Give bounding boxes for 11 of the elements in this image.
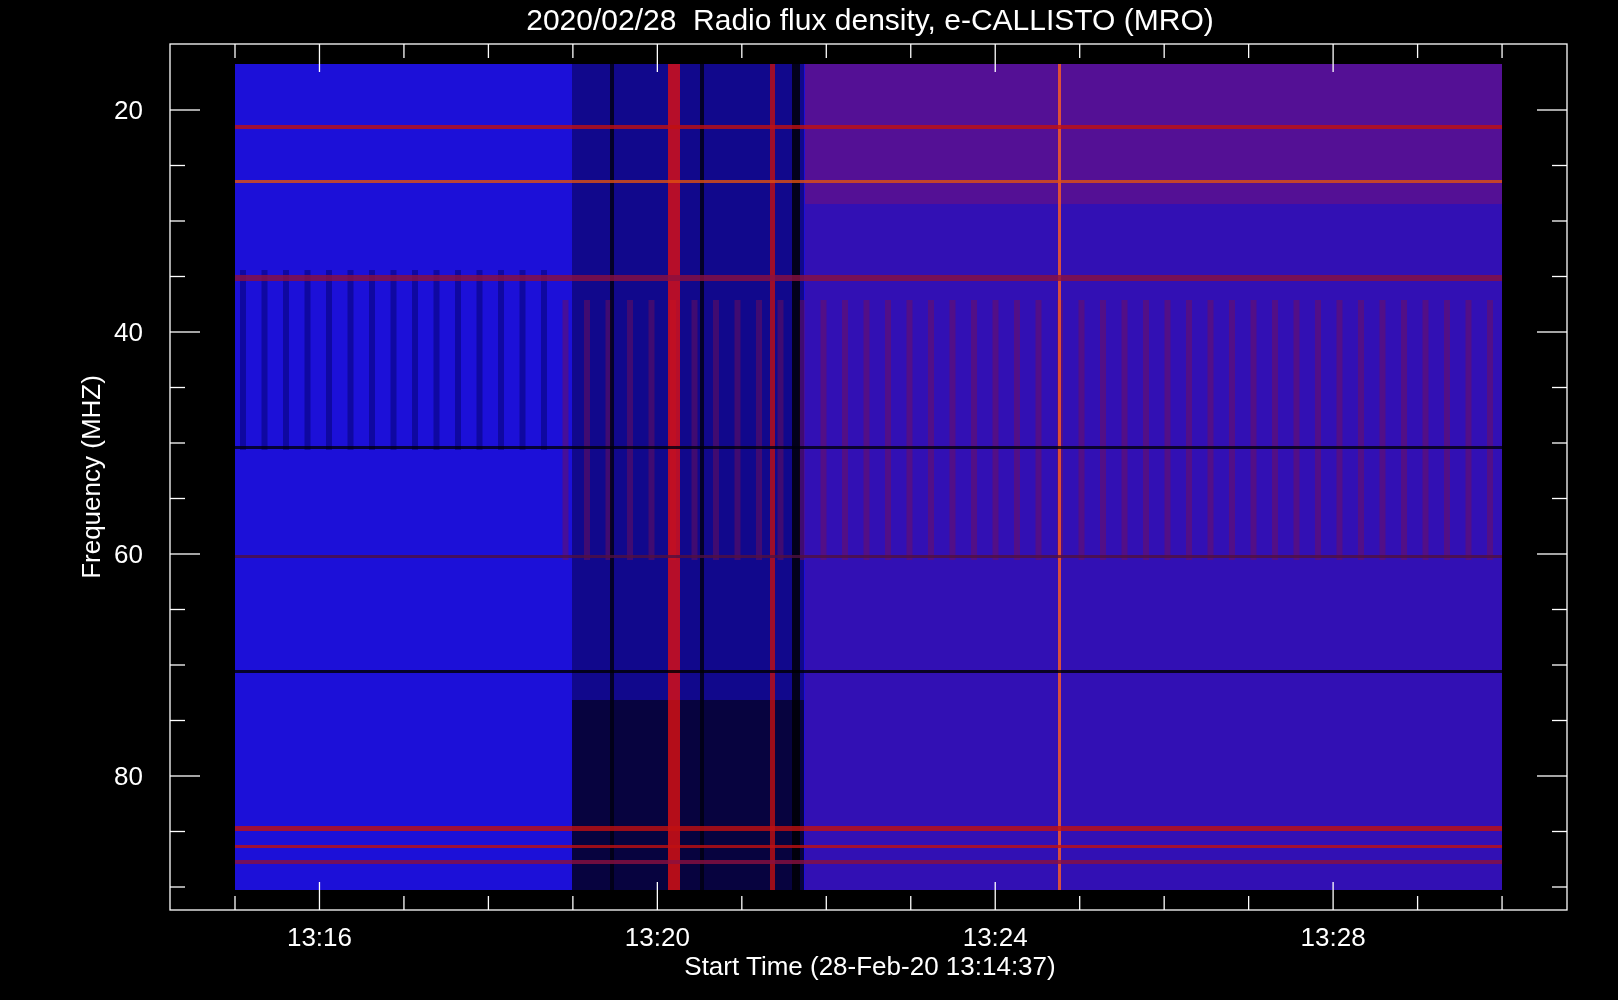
chart-title: 2020/02/28 Radio flux density, e-CALLISTO (MRO) <box>526 3 1214 36</box>
x-tick-label: 13:24 <box>962 922 1028 952</box>
y-axis-label: Frequency (MHZ) <box>76 375 106 579</box>
y-tick-label: 80 <box>114 761 143 791</box>
y-tick-label: 20 <box>114 95 143 125</box>
x-tick-label: 13:16 <box>286 922 352 952</box>
y-tick-label: 40 <box>114 317 143 347</box>
y-tick-label: 60 <box>114 539 143 569</box>
x-tick-label: 13:20 <box>624 922 690 952</box>
x-axis-label: Start Time (28-Feb-20 13:14:37) <box>684 951 1056 981</box>
x-tick-label: 13:28 <box>1300 922 1366 952</box>
